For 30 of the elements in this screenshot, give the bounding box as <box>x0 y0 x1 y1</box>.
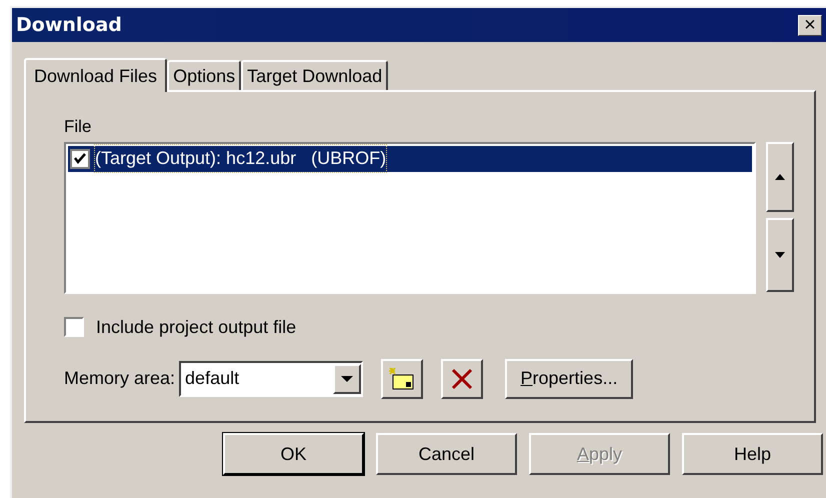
dialog-button[interactable]: Cancel <box>376 433 517 475</box>
memory-area-dropdown[interactable]: default <box>179 360 364 396</box>
new-item-button[interactable] <box>381 358 424 398</box>
dropdown-value: default <box>184 367 240 390</box>
dropdown-arrow-button[interactable] <box>333 364 362 394</box>
delete-icon <box>451 368 474 390</box>
move-up-button[interactable] <box>766 142 794 212</box>
delete-button[interactable] <box>441 358 484 398</box>
tab[interactable]: Target Download <box>241 60 388 90</box>
move-down-button[interactable] <box>766 218 794 292</box>
down-arrow-icon <box>775 252 785 258</box>
up-arrow-icon <box>775 174 785 180</box>
close-button[interactable]: × <box>798 14 822 36</box>
tab[interactable]: Download Files <box>24 58 168 92</box>
dialog-button[interactable]: Help <box>682 433 823 475</box>
file-label: File <box>64 116 92 138</box>
caret-icon <box>341 376 354 382</box>
checkbox[interactable] <box>70 148 90 168</box>
file-list-item[interactable]: (Target Output): hc12.ubr (UBROF) <box>68 146 752 172</box>
file-name: (Target Output): hc12.ubr (UBROF) <box>94 144 388 173</box>
dialog-button[interactable]: OK <box>223 433 364 475</box>
check-icon <box>74 153 86 164</box>
memory-area-label: Memory area: <box>64 367 176 390</box>
properties-button[interactable]: Properties... <box>505 358 634 398</box>
tab[interactable]: Options <box>167 60 242 90</box>
checkbox[interactable] <box>64 317 84 337</box>
new-folder-icon <box>389 366 416 390</box>
window-title: Download <box>16 12 122 38</box>
checkbox-label: Include project output file <box>96 316 296 339</box>
file-list[interactable]: (Target Output): hc12.ubr (UBROF) <box>64 142 756 294</box>
